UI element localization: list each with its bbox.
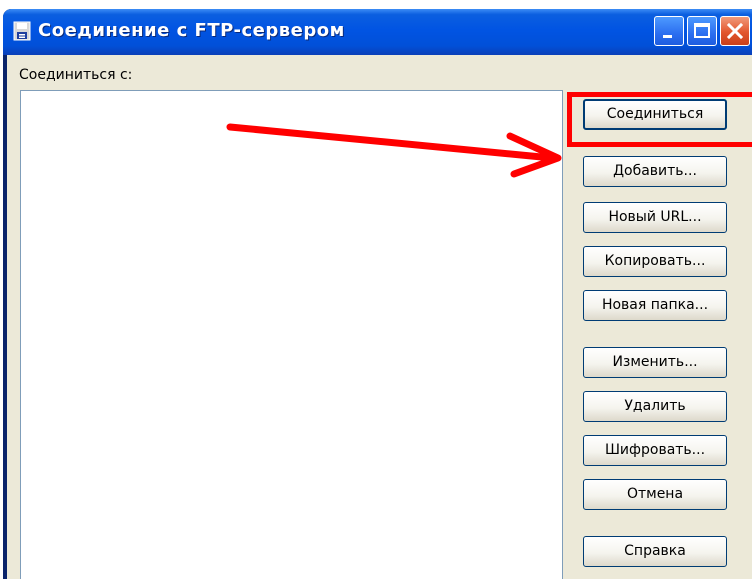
cropped-caption-text — [0, 0, 752, 7]
delete-button[interactable]: Удалить — [583, 391, 727, 422]
connect-to-label: Соединиться с: — [19, 67, 133, 83]
highlight-annotation-box — [567, 92, 752, 147]
add-button[interactable]: Добавить... — [583, 156, 727, 187]
ftp-sites-list[interactable] — [20, 90, 563, 579]
close-icon — [726, 22, 744, 40]
new-folder-button[interactable]: Новая папка... — [583, 290, 727, 321]
encrypt-button[interactable]: Шифровать... — [583, 435, 727, 466]
edit-button[interactable]: Изменить... — [583, 347, 727, 378]
close-button[interactable] — [720, 16, 750, 46]
maximize-button[interactable] — [687, 16, 717, 46]
cancel-button[interactable]: Отмена — [583, 479, 727, 510]
minimize-icon — [663, 35, 672, 38]
maximize-icon — [694, 23, 710, 38]
new-url-button[interactable]: Новый URL... — [583, 202, 727, 233]
help-button[interactable]: Справка — [583, 536, 727, 567]
copy-button[interactable]: Копировать... — [583, 246, 727, 277]
floppy-disk-icon — [13, 21, 31, 41]
minimize-button[interactable] — [654, 16, 684, 46]
title-bar[interactable]: Соединение с FTP-сервером — [3, 9, 752, 55]
window-title: Соединение с FTP-сервером — [38, 20, 345, 41]
